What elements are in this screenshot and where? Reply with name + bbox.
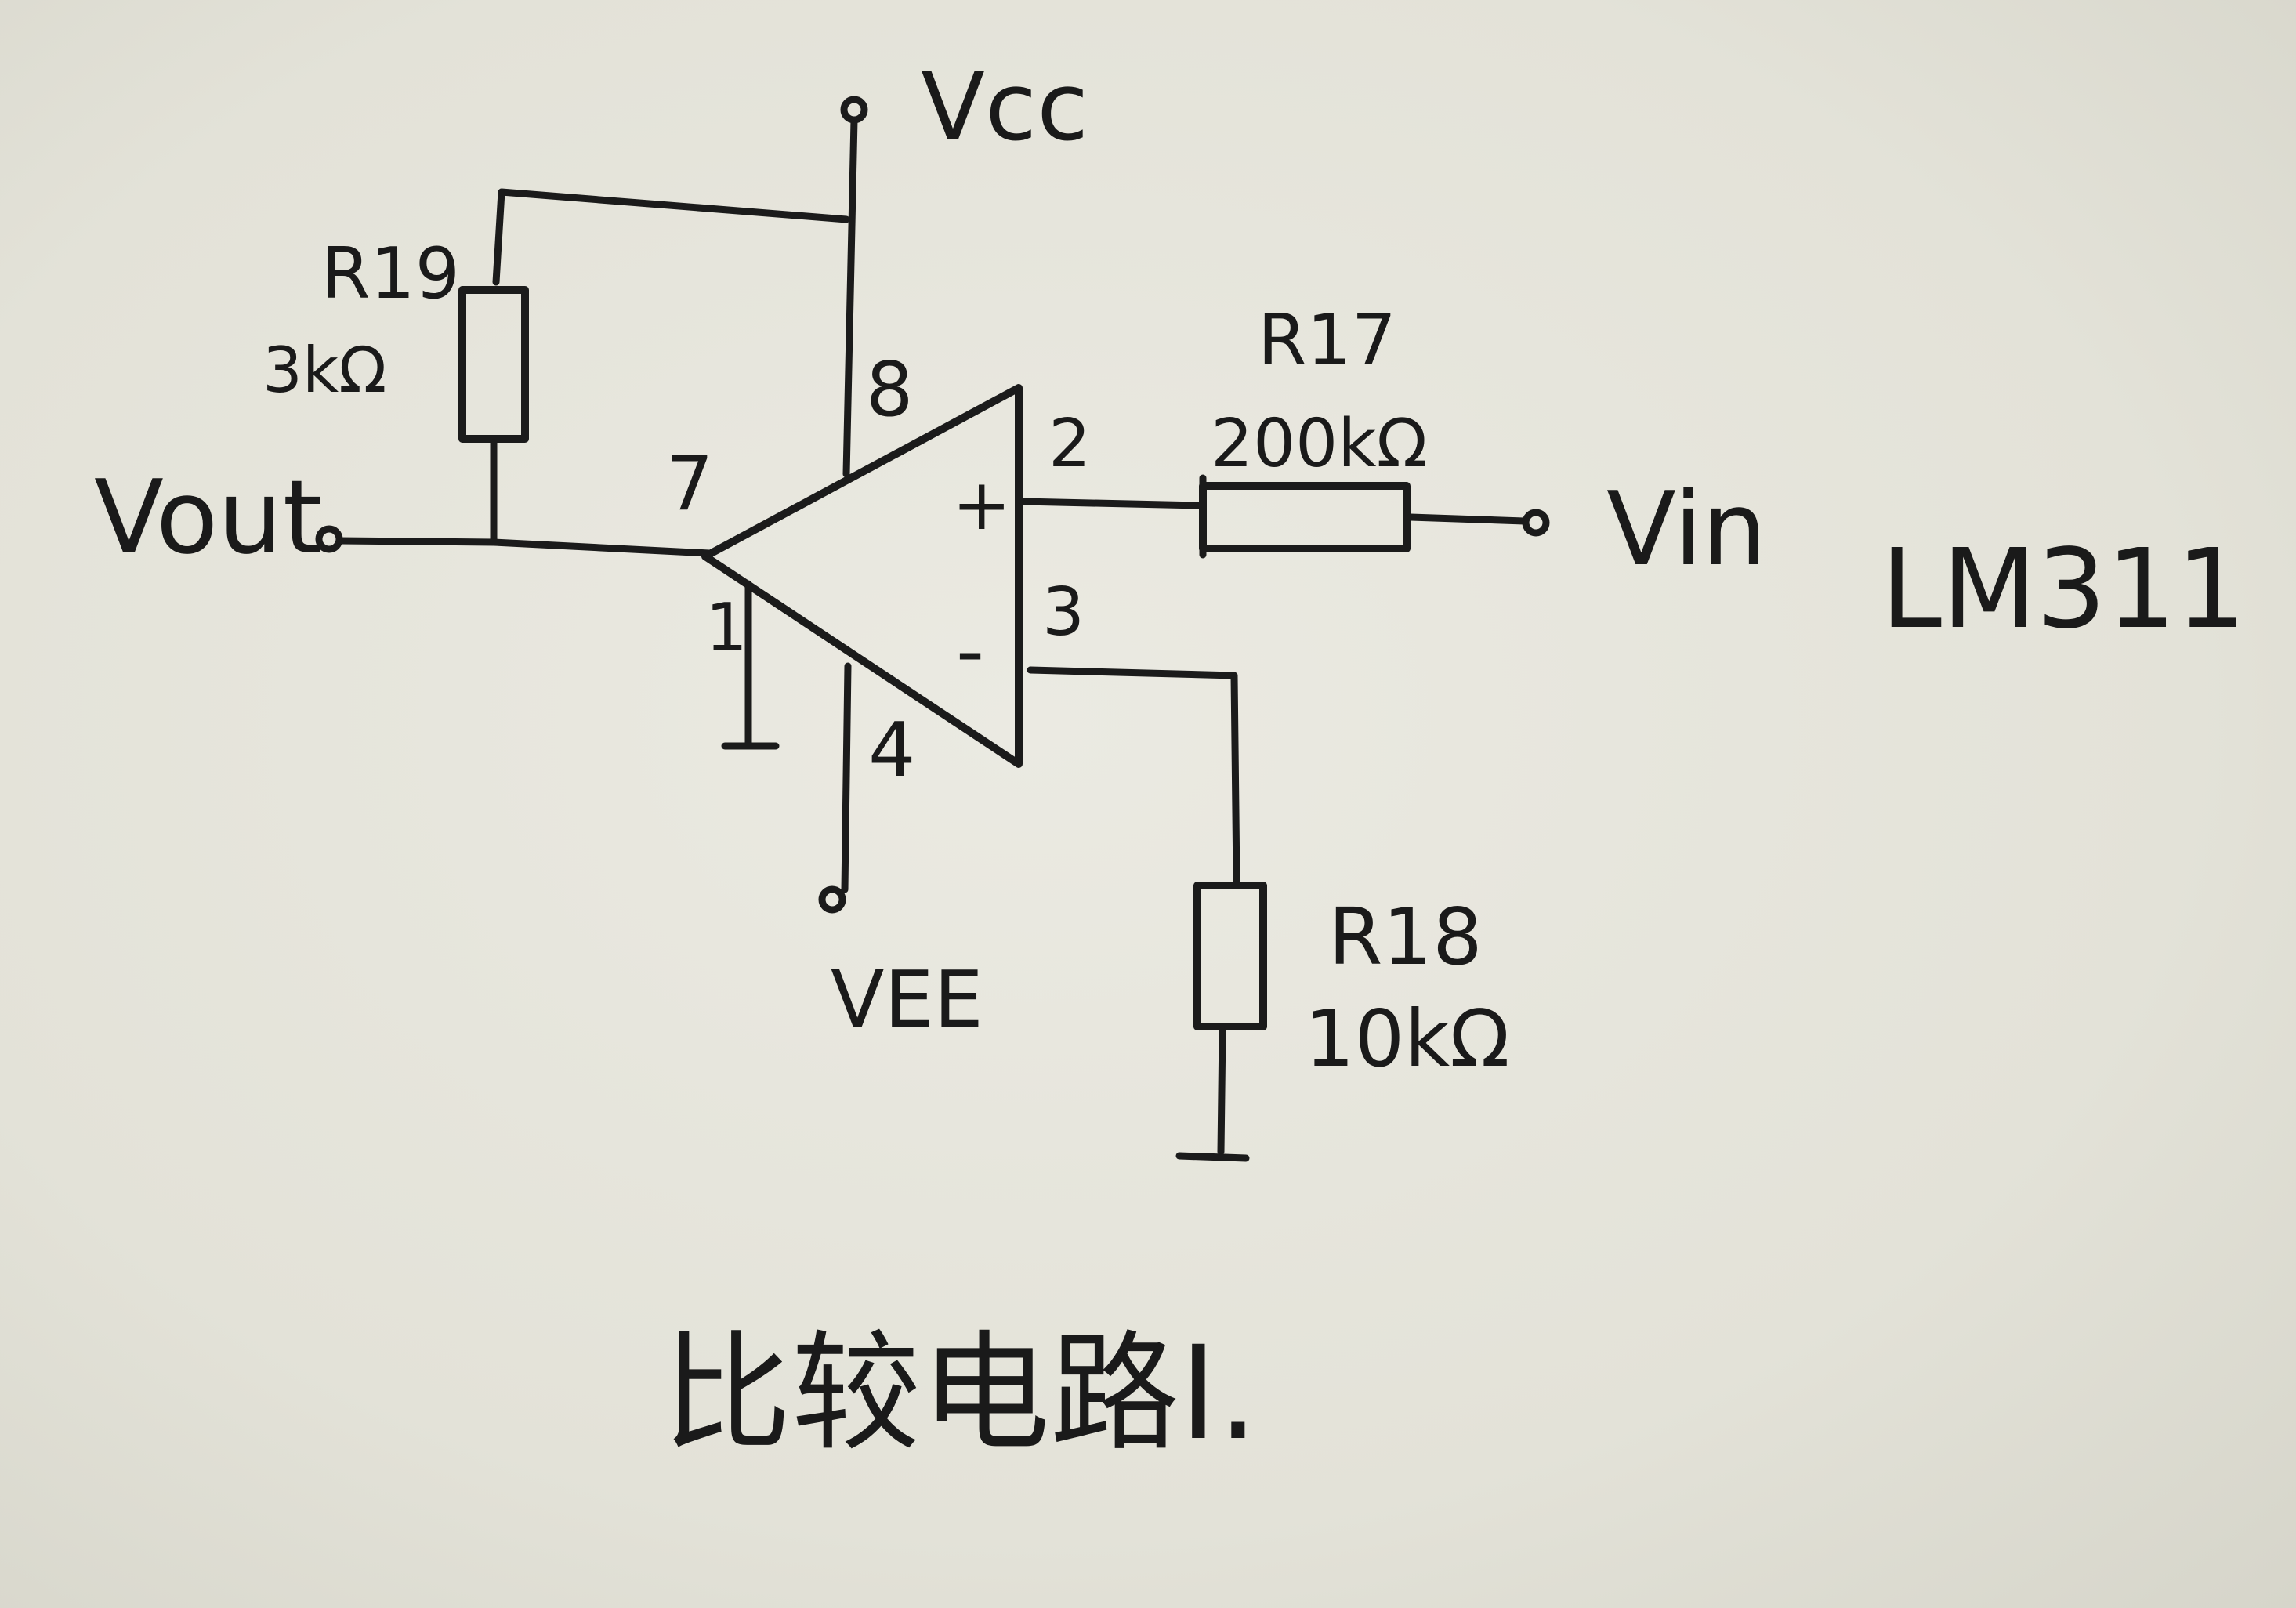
paper-sheet: Vcc R19 3kΩ Vout 7 8 2 3 1 4 + - R17 200… bbox=[0, 0, 2296, 1608]
vin-wire bbox=[1407, 513, 1528, 525]
vee-label: VEE bbox=[831, 954, 983, 1045]
vee-wire bbox=[841, 662, 852, 893]
r17-body bbox=[1199, 482, 1411, 552]
pin2-label: 2 bbox=[1048, 405, 1091, 483]
r18-ground bbox=[1175, 1152, 1250, 1162]
schematic: Vcc R19 3kΩ Vout 7 8 2 3 1 4 + - R17 200… bbox=[94, 53, 2246, 1469]
pin3-label: 3 bbox=[1042, 574, 1085, 651]
r17-name: R17 bbox=[1258, 299, 1396, 382]
comparator-triangle bbox=[701, 384, 1023, 768]
pin8-label: 8 bbox=[866, 347, 913, 433]
pin7-label: 7 bbox=[666, 441, 713, 527]
vin-terminal bbox=[1522, 509, 1550, 537]
r19-body bbox=[458, 286, 529, 443]
vin-label: Vin bbox=[1606, 469, 1767, 589]
minus-sign: - bbox=[956, 605, 984, 697]
vout-label: Vout bbox=[94, 458, 323, 577]
diagram-title: 比较电路I. bbox=[662, 1318, 1258, 1469]
pin4-label: 4 bbox=[868, 708, 915, 794]
vee-terminal bbox=[818, 885, 846, 914]
r18-name: R18 bbox=[1328, 891, 1483, 983]
r18-bottom-wire bbox=[1217, 1027, 1226, 1156]
vout-wire bbox=[335, 537, 713, 557]
plus-sign: + bbox=[952, 464, 1011, 546]
r17-value: 200kΩ bbox=[1211, 405, 1427, 483]
vcc-wire bbox=[842, 116, 858, 478]
r19-value: 3kΩ bbox=[263, 334, 386, 407]
vcc-label: Vcc bbox=[921, 53, 1088, 162]
r18-body bbox=[1193, 882, 1267, 1030]
pin3-wire bbox=[1027, 666, 1240, 885]
r19-name: R19 bbox=[321, 233, 460, 315]
r18-value: 10kΩ bbox=[1305, 993, 1510, 1085]
chip-label: LM311 bbox=[1881, 526, 2246, 654]
pin2-wire bbox=[1019, 498, 1203, 509]
r19-top-wire bbox=[492, 188, 850, 286]
pin1-label: 1 bbox=[705, 589, 748, 667]
